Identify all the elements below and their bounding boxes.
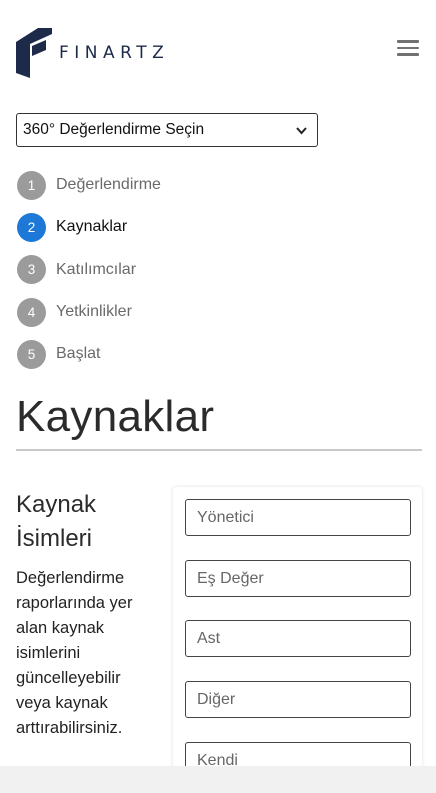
step-number: 1 bbox=[17, 170, 46, 200]
hamburger-menu-icon[interactable] bbox=[397, 40, 419, 56]
evaluation-select[interactable]: 360° Değerlendirme Seçin bbox=[16, 113, 318, 147]
bottom-bar bbox=[0, 766, 436, 793]
section-title: Kaynak İsimleri bbox=[16, 491, 97, 552]
brand-logo[interactable]: FINARTZ bbox=[16, 28, 169, 78]
source-name-input-subordinate[interactable] bbox=[185, 620, 411, 657]
chevron-down-icon bbox=[296, 127, 307, 135]
step-label: Yetkinlikler bbox=[56, 303, 132, 321]
step-label: Başlat bbox=[56, 345, 101, 363]
header: FINARTZ bbox=[0, 0, 436, 100]
source-name-input-manager[interactable] bbox=[185, 499, 411, 536]
page-title: Kaynaklar bbox=[16, 392, 215, 441]
section-description: Değerlendirme raporlarında yer alan kayn… bbox=[16, 569, 133, 737]
evaluation-select-value: 360° Değerlendirme Seçin bbox=[23, 121, 205, 138]
step-sources[interactable]: 2 Kaynaklar bbox=[17, 206, 161, 248]
step-number: 2 bbox=[17, 212, 46, 242]
divider bbox=[16, 449, 422, 451]
source-name-input-other[interactable] bbox=[185, 681, 411, 718]
source-name-input-peer[interactable] bbox=[185, 560, 411, 597]
step-number: 3 bbox=[17, 255, 46, 285]
step-start[interactable]: 5 Başlat bbox=[17, 333, 161, 375]
brand-name: FINARTZ bbox=[59, 43, 170, 63]
step-number: 4 bbox=[17, 297, 46, 327]
step-evaluation[interactable]: 1 Değerlendirme bbox=[17, 164, 161, 206]
step-number: 5 bbox=[17, 339, 46, 369]
step-label: Değerlendirme bbox=[56, 176, 161, 194]
source-names-info: Kaynak İsimleri Değerlendirme raporların… bbox=[16, 488, 156, 741]
step-participants[interactable]: 3 Katılımcılar bbox=[17, 249, 161, 291]
step-label: Katılımcılar bbox=[56, 260, 137, 278]
step-competencies[interactable]: 4 Yetkinlikler bbox=[17, 291, 161, 333]
step-label: Kaynaklar bbox=[56, 218, 128, 236]
source-names-card bbox=[173, 487, 422, 779]
step-list: 1 Değerlendirme 2 Kaynaklar 3 Katılımcıl… bbox=[17, 164, 161, 375]
finartz-logo-icon bbox=[16, 28, 52, 78]
